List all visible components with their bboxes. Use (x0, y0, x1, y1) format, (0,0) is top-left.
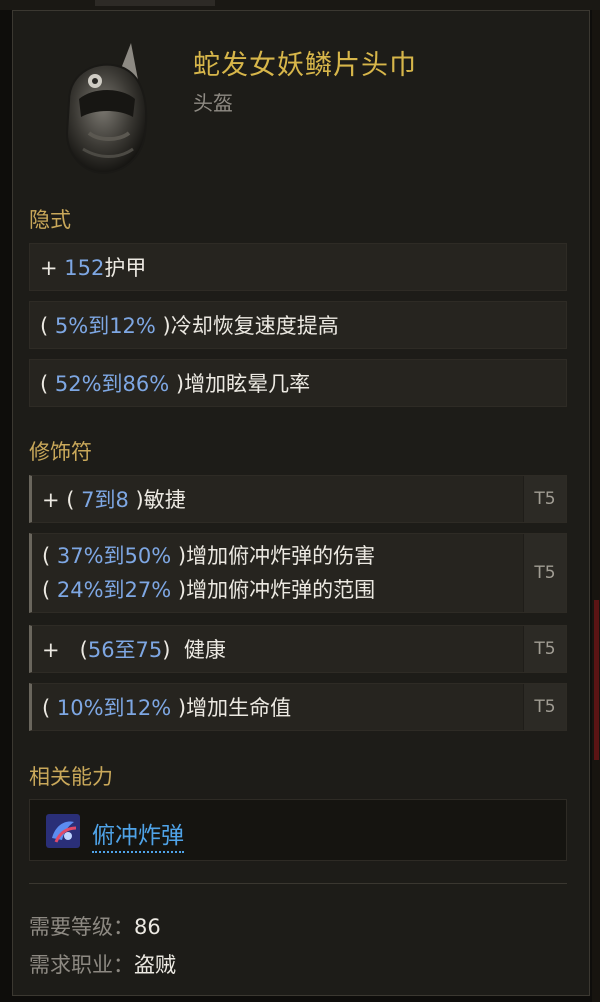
modifier-row: ( 37%到50% )增加俯冲炸弹的伤害 ( 24%到27% )增加俯冲炸弹的范… (29, 533, 567, 613)
hood-helmet-icon (65, 43, 148, 175)
modifier-text: + (56至75) 健康 (42, 638, 226, 662)
mods-heading: 修饰符 (29, 440, 92, 464)
abilities-heading: 相关能力 (29, 765, 113, 789)
required-level-value: 86 (134, 915, 161, 939)
required-class-value: 盗贼 (134, 953, 176, 977)
implicit-text: + 152护甲 (40, 256, 147, 280)
top-strip (0, 0, 600, 10)
required-level-label: 需要等级： (29, 915, 134, 939)
item-tooltip: 蛇发女妖鳞片头巾 头盔 隐式 + 152护甲 ( 5%到12% )冷却恢复速度提… (12, 10, 590, 996)
ability-row[interactable]: 俯冲炸弹 (29, 799, 567, 861)
modifier-text: + ( 7到8 )敏捷 (42, 488, 186, 512)
modifier-text: ( 24%到27% )增加俯冲炸弹的范围 (42, 578, 376, 602)
implicit-text: ( 5%到12% )冷却恢复速度提高 (40, 314, 339, 338)
item-name: 蛇发女妖鳞片头巾 (193, 50, 417, 81)
top-strip-glyphs (95, 0, 215, 6)
modifier-row: + (56至75) 健康 T5 (29, 625, 567, 673)
implicit-row: + 152护甲 (29, 243, 567, 291)
tier-badge: T5 (523, 684, 566, 730)
implicit-row: ( 5%到12% )冷却恢复速度提高 (29, 301, 567, 349)
implicit-text: ( 52%到86% )增加眩晕几率 (40, 372, 311, 396)
implicit-heading: 隐式 (29, 208, 71, 232)
tier-badge: T5 (523, 626, 566, 672)
right-edge (592, 10, 600, 1002)
modifier-row: ( 10%到12% )增加生命值 T5 (29, 683, 567, 731)
dive-bomb-icon (46, 814, 80, 848)
required-class-label: 需求职业： (29, 953, 134, 977)
modifier-row: + ( 7到8 )敏捷 T5 (29, 475, 567, 523)
implicit-row: ( 52%到86% )增加眩晕几率 (29, 359, 567, 407)
tier-badge: T5 (523, 534, 566, 612)
item-type: 头盔 (193, 91, 233, 115)
modifier-text: ( 10%到12% )增加生命值 (42, 696, 292, 720)
required-level: 需要等级：86 (29, 911, 161, 941)
right-edge-accent (594, 600, 599, 760)
tier-badge: T5 (523, 476, 566, 522)
modifier-text: ( 37%到50% )增加俯冲炸弹的伤害 (42, 544, 376, 568)
divider (29, 883, 567, 884)
ability-link[interactable]: 俯冲炸弹 (92, 816, 184, 853)
required-class: 需求职业：盗贼 (29, 949, 176, 979)
